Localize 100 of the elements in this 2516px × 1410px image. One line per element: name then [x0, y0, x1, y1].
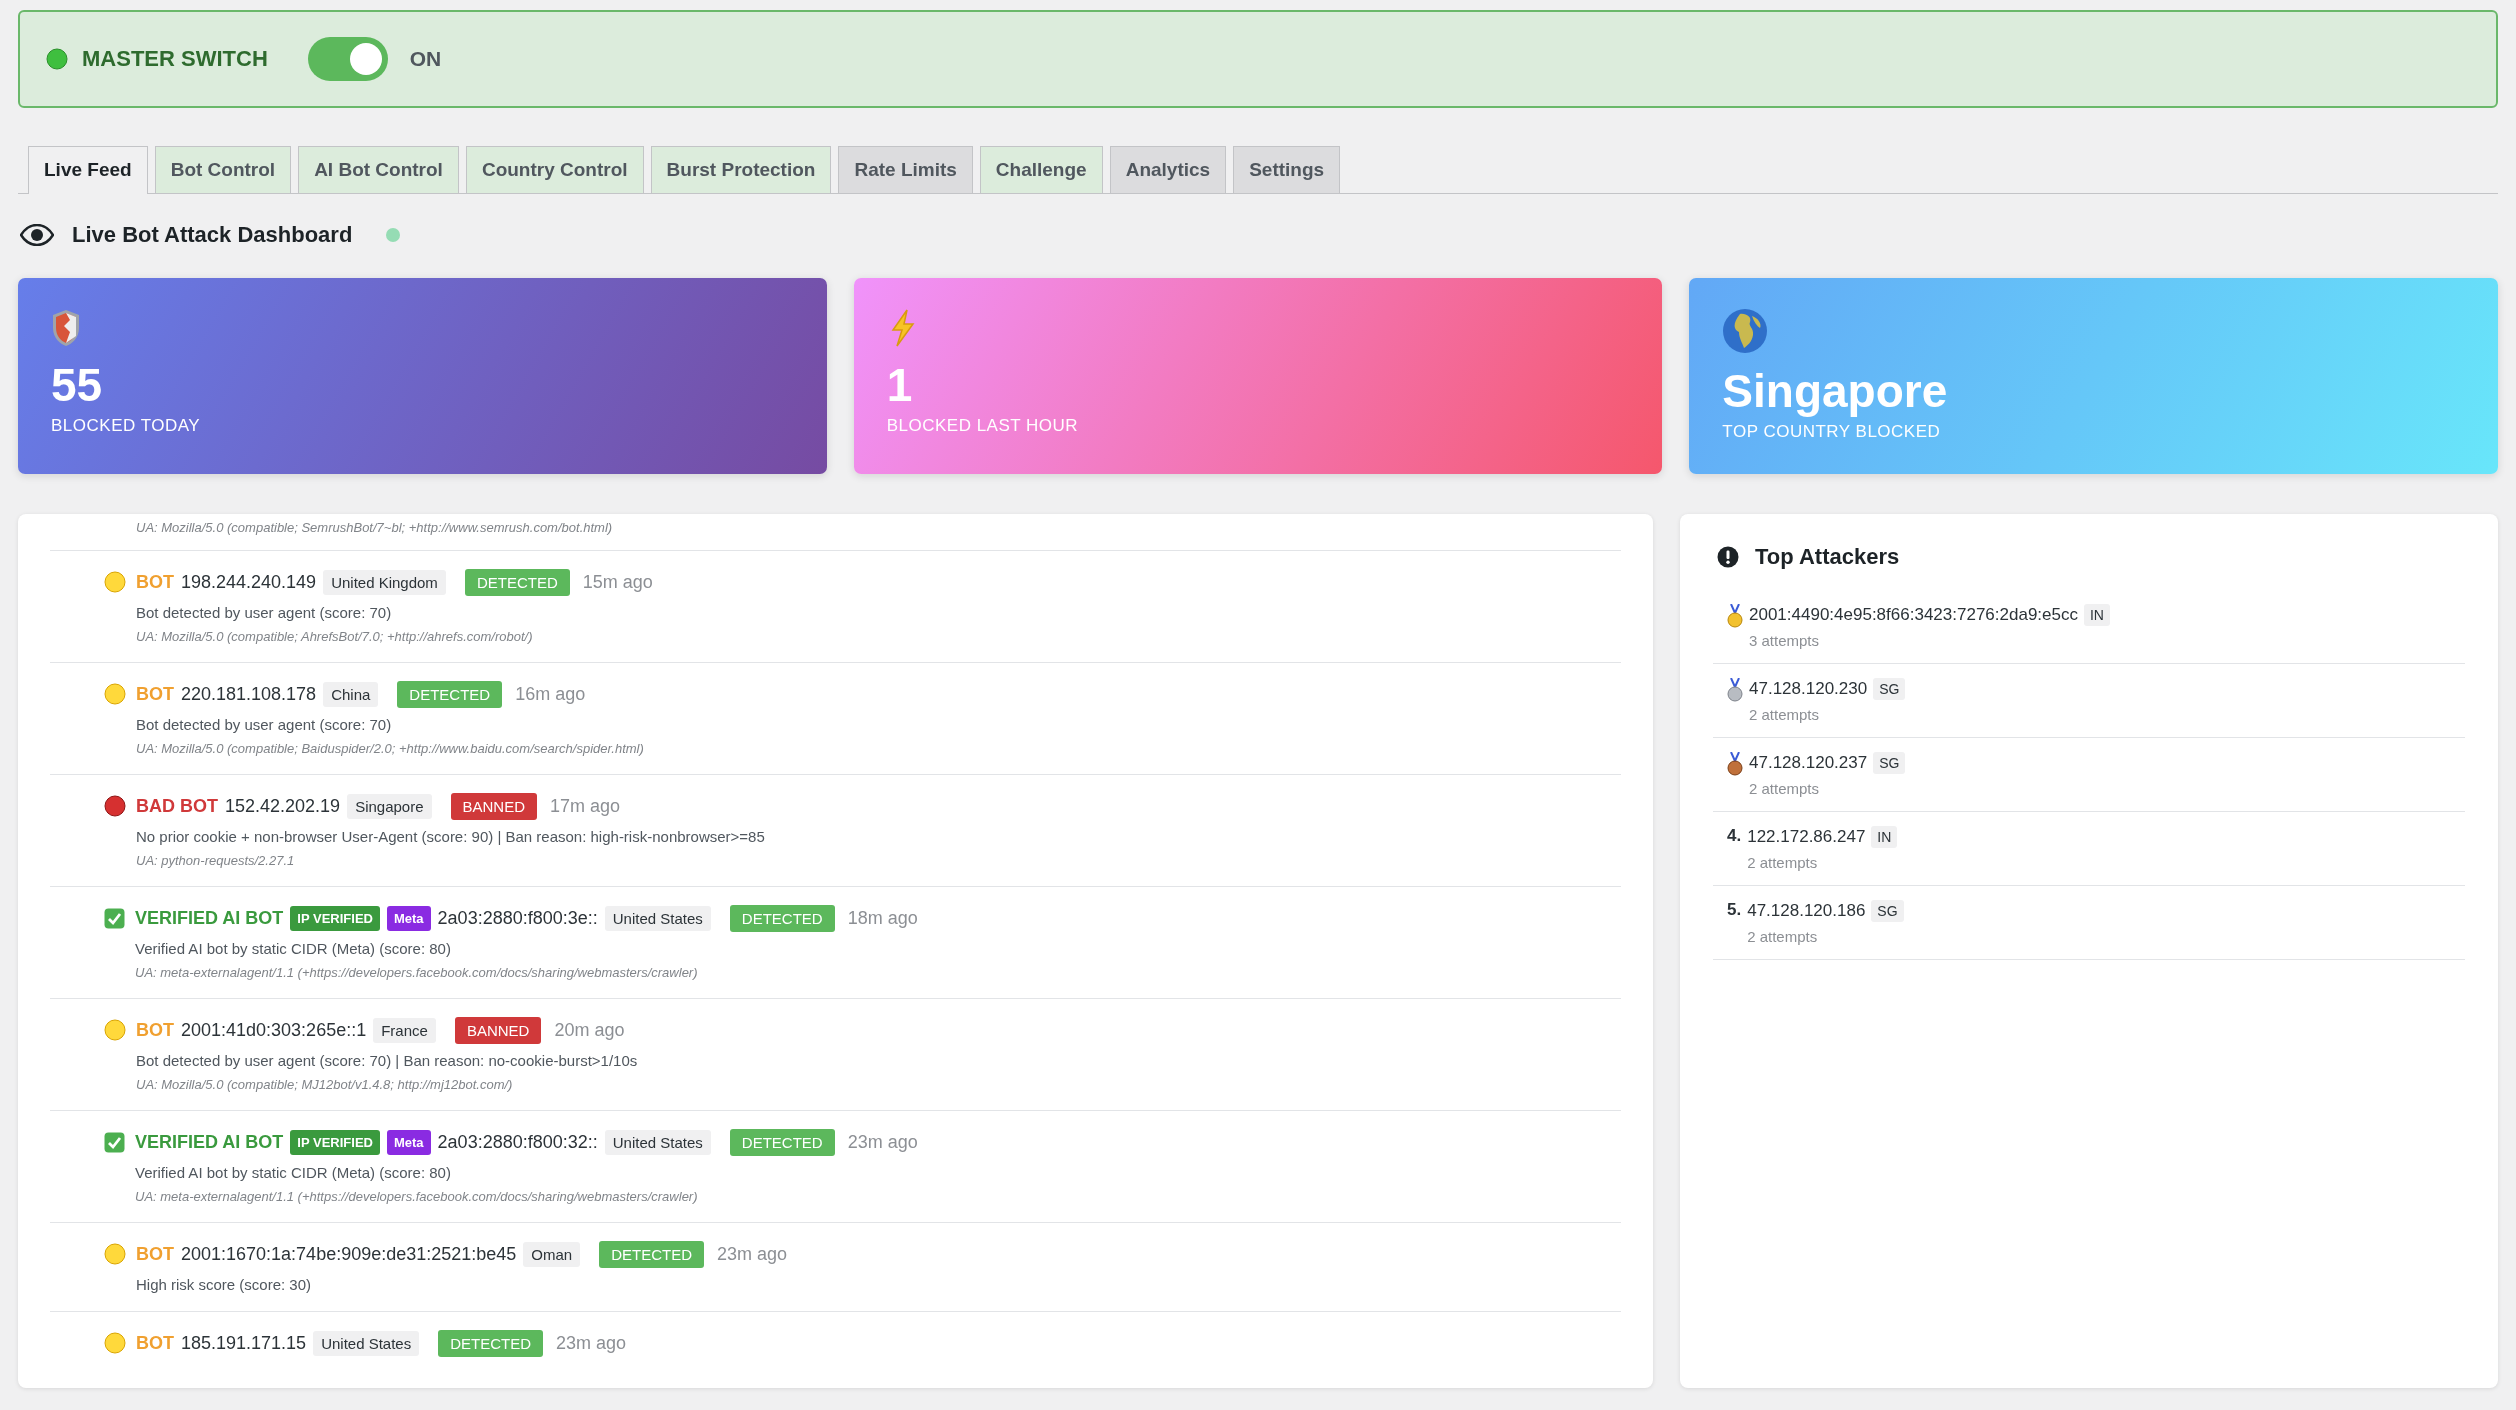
status-badge: DETECTED	[729, 905, 835, 932]
user-agent-text: UA: meta-externalagent/1.1 (+https://developers.facebook.com/docs/sharing/webmasters/crawler)	[135, 1189, 699, 1204]
country-code: SG	[1873, 678, 1906, 700]
medal-icon	[1727, 752, 1743, 776]
stat-label: TOP COUNTRY BLOCKED	[1722, 422, 1942, 442]
stat-value: 1	[886, 362, 914, 408]
tab[interactable]: Analytics	[1109, 146, 1227, 193]
attempt-count: 2 attempts	[1747, 928, 1819, 945]
tag: Meta	[386, 906, 431, 931]
tab[interactable]: Bot Control	[154, 146, 292, 193]
attempt-count: 2 attempts	[1747, 854, 1819, 871]
detection-reason: Verified AI bot by static CIDR (Meta) (score: 80)	[135, 1164, 452, 1181]
country-tag: United Kingdom	[323, 570, 446, 595]
tab[interactable]: Live Feed	[28, 146, 148, 194]
stat-label: BLOCKED LAST HOUR	[886, 416, 1080, 436]
user-agent-text: UA: meta-externalagent/1.1 (+https://developers.facebook.com/docs/sharing/webmasters/crawler)	[135, 965, 699, 980]
rank-number: 5.	[1727, 900, 1742, 921]
checkmark-icon	[104, 908, 125, 929]
status-dot-icon	[104, 1019, 126, 1041]
timestamp: 23m ago	[556, 1333, 627, 1354]
tab[interactable]: Burst Protection	[650, 146, 832, 193]
country-code: IN	[1871, 826, 1898, 848]
detection-reason: Verified AI bot by static CIDR (Meta) (score: 80)	[135, 940, 452, 957]
tab[interactable]: Country Control	[465, 146, 644, 193]
ip-address: 47.128.120.186	[1747, 901, 1866, 921]
status-badge: DETECTED	[438, 1330, 544, 1357]
country-code: SG	[1873, 752, 1906, 774]
timestamp: 18m ago	[847, 908, 918, 929]
status-dot-icon	[104, 1243, 126, 1265]
bot-type-label: BOT	[136, 572, 174, 593]
ip-address: 220.181.108.178	[181, 684, 317, 705]
tag: Meta	[386, 1130, 431, 1155]
country-code: SG	[1871, 900, 1904, 922]
status-dot-icon	[104, 683, 126, 705]
country-tag: Oman	[523, 1242, 581, 1267]
country-tag: Singapore	[347, 794, 432, 819]
detection-reason: Bot detected by user agent (score: 70)	[136, 604, 393, 621]
bot-type-label: VERIFIED AI BOT	[135, 1132, 284, 1153]
status-dot-icon	[104, 571, 126, 593]
bot-type-label: BOT	[136, 1244, 174, 1265]
status-badge: DETECTED	[397, 681, 503, 708]
country-tag: China	[323, 682, 379, 707]
status-dot-icon	[46, 48, 68, 70]
ip-address: 122.172.86.247	[1747, 827, 1866, 847]
detection-reason: No prior cookie + non-browser User-Agent (score: 90) | Ban reason: high-risk-nonbrowser>=85	[136, 828, 765, 845]
panel-title: Top Attackers	[1755, 544, 1900, 570]
tab[interactable]: Settings	[1233, 146, 1341, 193]
status-badge: BANNED	[454, 1017, 542, 1044]
user-agent-text: UA: Mozilla/5.0 (compatible; Baiduspider/2.0; +http://www.baidu.com/search/spider.html)	[136, 741, 644, 756]
globe-icon	[1722, 308, 1769, 354]
attempt-count: 2 attempts	[1749, 706, 1821, 723]
status-badge: DETECTED	[599, 1241, 705, 1268]
medal-icon	[1727, 678, 1743, 702]
country-code: IN	[2083, 604, 2110, 626]
dashboard-title: Live Bot Attack Dashboard	[72, 222, 353, 248]
timestamp: 17m ago	[550, 796, 621, 817]
tab[interactable]: Challenge	[979, 146, 1103, 193]
tab[interactable]: Rate Limits	[838, 146, 973, 193]
timestamp: 23m ago	[717, 1244, 788, 1265]
status-badge: BANNED	[450, 793, 538, 820]
bot-type-label: BOT	[136, 1333, 174, 1354]
stat-label: BLOCKED TODAY	[51, 416, 202, 436]
ip-address: 2a03:2880:f800:3e::	[437, 908, 598, 929]
checkmark-icon	[104, 1132, 125, 1153]
user-agent-text: UA: Mozilla/5.0 (compatible; AhrefsBot/7.0; +http://ahrefs.com/robot/)	[136, 629, 534, 644]
user-agent-text: UA: python-requests/2.27.1	[136, 853, 296, 868]
ip-address: 185.191.171.15	[181, 1333, 307, 1354]
timestamp: 15m ago	[582, 572, 653, 593]
toggle-switch[interactable]	[307, 37, 388, 81]
status-badge: DETECTED	[464, 569, 570, 596]
ip-address: 152.42.202.19	[225, 796, 341, 817]
ip-address: 2001:1670:1a:74be:909e:de31:2521:be45	[181, 1244, 517, 1265]
timestamp: 16m ago	[515, 684, 586, 705]
master-switch-label: MASTER SWITCH	[82, 46, 268, 72]
bot-type-label: BAD BOT	[136, 796, 218, 817]
stat-value: 55	[51, 362, 104, 408]
ip-address: 198.244.240.149	[181, 572, 317, 593]
tab[interactable]: AI Bot Control	[298, 146, 459, 193]
eye-icon	[20, 224, 54, 246]
user-agent-text: UA: Mozilla/5.0 (compatible; SemrushBot/7~bl; +http://www.semrush.com/bot.html)	[136, 520, 613, 535]
attempt-count: 3 attempts	[1749, 632, 1821, 649]
ip-address: 47.128.120.237	[1749, 753, 1868, 773]
switch-state: ON	[409, 47, 442, 71]
detection-reason: Bot detected by user agent (score: 70)	[136, 716, 393, 733]
tag: IP VERIFIED	[290, 906, 380, 931]
bot-type-label: BOT	[136, 1020, 174, 1041]
attempt-count: 2 attempts	[1749, 780, 1821, 797]
ip-address: 47.128.120.230	[1749, 679, 1868, 699]
rank-number: 4.	[1727, 826, 1742, 847]
alert-icon	[1717, 546, 1739, 568]
status-dot-icon	[104, 1332, 126, 1354]
detection-reason: Bot detected by user agent (score: 70) | Ban reason: no-cookie-burst>1/10s	[136, 1052, 638, 1069]
ip-address: 2001:41d0:303:265e::1	[181, 1020, 367, 1041]
country-tag: United States	[604, 906, 711, 931]
ip-address: 2a03:2880:f800:32::	[437, 1132, 598, 1153]
bot-type-label: BOT	[136, 684, 174, 705]
status-dot-icon	[104, 795, 126, 817]
shield-icon	[51, 308, 81, 348]
country-tag: United States	[313, 1331, 420, 1356]
timestamp: 23m ago	[847, 1132, 918, 1153]
